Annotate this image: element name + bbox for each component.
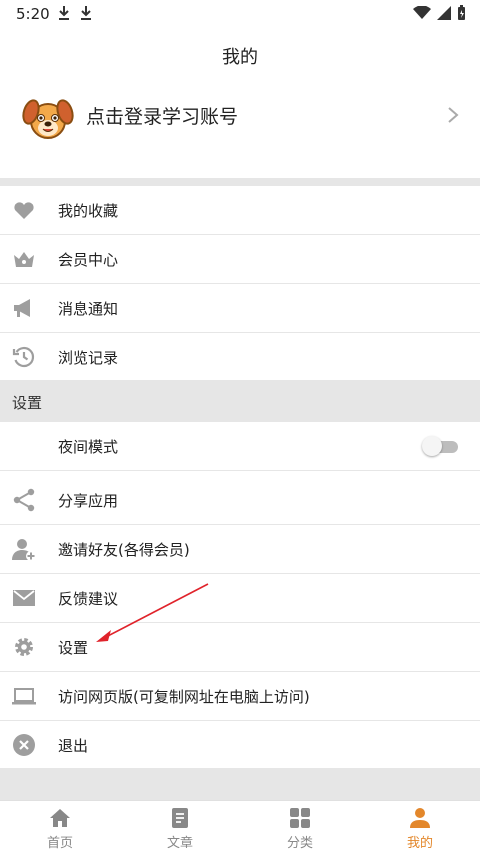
menu-item-vip[interactable]: 会员中心	[0, 235, 480, 284]
chevron-right-icon	[448, 107, 459, 123]
tab-categories[interactable]: 分类	[240, 801, 360, 853]
settings-section-header: 设置	[0, 380, 480, 422]
dog-avatar-icon	[22, 99, 74, 139]
menu-item-settings[interactable]: 设置	[0, 623, 480, 672]
share-icon	[13, 488, 35, 512]
status-bar: 5:20	[0, 0, 480, 28]
mail-icon	[13, 590, 35, 606]
grid-icon	[290, 808, 310, 828]
status-time: 5:20	[16, 5, 50, 23]
menu-item-label: 访问网页版(可复制网址在电脑上访问)	[58, 687, 310, 706]
download-icon	[59, 6, 69, 20]
menu-item-label: 我的收藏	[58, 201, 119, 220]
laptop-icon	[12, 688, 36, 705]
crown-icon	[14, 252, 34, 267]
moon-icon	[21, 436, 31, 456]
tab-label: 我的	[406, 836, 433, 851]
download-icon	[81, 6, 91, 20]
status-icons	[413, 5, 466, 21]
document-icon	[172, 808, 188, 828]
title-bar: 我的	[0, 28, 480, 84]
menu-item-logout[interactable]: 退出	[0, 721, 480, 770]
page-title: 我的	[222, 47, 258, 68]
tab-label: 分类	[286, 836, 313, 851]
menu-item-label: 消息通知	[58, 299, 119, 318]
menu-item-label: 设置	[58, 638, 89, 657]
tab-home[interactable]: 首页	[0, 801, 120, 853]
menu-item-web-version[interactable]: 访问网页版(可复制网址在电脑上访问)	[0, 672, 480, 721]
menu-item-invite[interactable]: 邀请好友(各得会员)	[0, 525, 480, 574]
menu-item-share[interactable]: 分享应用	[0, 476, 480, 525]
tab-label: 文章	[166, 836, 193, 851]
annotation-arrow-icon	[96, 583, 209, 642]
bottom-tab-bar: 首页 文章 分类 我的	[0, 800, 480, 853]
menu-item-history[interactable]: 浏览记录	[0, 333, 480, 382]
menu-item-night-mode[interactable]: 夜间模式	[0, 422, 480, 471]
menu-item-label: 邀请好友(各得会员)	[58, 540, 190, 559]
close-circle-icon	[13, 734, 35, 756]
night-mode-toggle[interactable]	[422, 436, 458, 456]
gear-icon	[15, 638, 33, 656]
login-row[interactable]: 点击登录学习账号	[0, 86, 480, 178]
cellular-signal-icon	[437, 6, 451, 20]
tab-articles[interactable]: 文章	[120, 801, 240, 853]
menu-item-label: 浏览记录	[58, 348, 119, 367]
megaphone-icon	[14, 299, 30, 317]
bottom-spacer	[0, 768, 480, 800]
heart-icon	[14, 202, 34, 219]
wifi-icon	[413, 6, 431, 19]
menu-item-label: 分享应用	[58, 491, 119, 510]
add-user-icon	[12, 539, 36, 561]
battery-icon	[458, 5, 465, 20]
menu-item-label: 会员中心	[58, 250, 119, 269]
section-divider	[0, 178, 480, 186]
menu-item-label: 夜间模式	[58, 437, 119, 456]
login-prompt: 点击登录学习账号	[86, 106, 239, 128]
history-icon	[12, 346, 35, 368]
menu-item-feedback[interactable]: 反馈建议	[0, 574, 480, 623]
tab-label: 首页	[46, 836, 73, 851]
tab-mine[interactable]: 我的	[360, 801, 480, 853]
toggle-thumb	[422, 436, 442, 456]
menu-item-label: 退出	[58, 736, 89, 755]
menu-item-favorites[interactable]: 我的收藏	[0, 186, 480, 235]
user-icon	[410, 808, 430, 828]
menu-item-notifications[interactable]: 消息通知	[0, 284, 480, 333]
home-icon	[50, 809, 70, 827]
section-header-label: 设置	[12, 394, 43, 412]
